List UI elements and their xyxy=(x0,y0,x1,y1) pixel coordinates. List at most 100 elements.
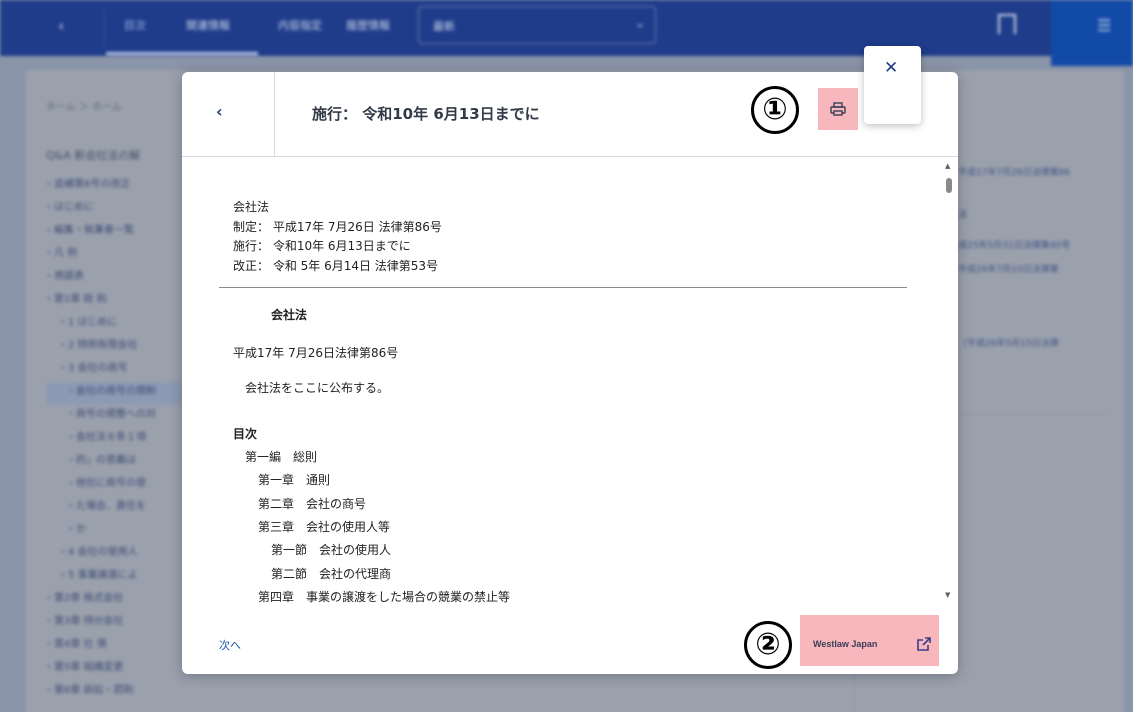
tree-bullet-icon: • xyxy=(46,662,52,673)
tree-item-label: 他社に商号の使 xyxy=(76,478,146,489)
tree-item-label: 商号の規整への対 xyxy=(76,409,156,420)
tree-bullet-icon: • xyxy=(68,478,74,489)
law-viewer-modal: ‹ 施行： 令和10年 6月13日までに ① 会社法 制定： 平成17年 7月2… xyxy=(182,72,958,674)
tree-item[interactable]: • か xyxy=(46,520,196,543)
toc-entry[interactable]: 第一編 総則 xyxy=(245,448,317,465)
toc-entry[interactable]: 第三章 会社の使用人等 xyxy=(258,518,390,535)
tree-bullet-icon: • xyxy=(68,524,74,535)
tree-item[interactable]: • 1 はじめに xyxy=(46,313,196,336)
westlaw-japan-label: Westlaw Japan xyxy=(813,639,878,649)
print-button[interactable] xyxy=(818,88,858,130)
toc-entry[interactable]: 第二章 会社の商号 xyxy=(258,495,366,512)
close-button[interactable]: ✕ xyxy=(864,46,921,124)
scroll-down-arrow[interactable]: ▼ xyxy=(945,591,950,599)
side-panel-toggle-area[interactable] xyxy=(1051,0,1133,66)
tree-item[interactable]: • 会社法８条１項 xyxy=(46,428,196,451)
tree-item-label: はじめに xyxy=(54,202,94,213)
tree-item-label: 第6章 訴訟・罰則 xyxy=(54,685,134,696)
related-link[interactable]: 平成26年7月10日法律第 xyxy=(958,262,1059,275)
related-link[interactable]: 法 xyxy=(958,207,967,220)
modal-header: ‹ 施行： 令和10年 6月13日までに ① xyxy=(182,72,958,157)
tree-item[interactable]: • 会社の商号の規制 xyxy=(46,382,196,405)
version-select[interactable]: 最新 ⌄ xyxy=(418,6,656,44)
annotation-marker-2: ② xyxy=(744,621,792,669)
breadcrumb[interactable]: ホーム ＞ ホーム xyxy=(46,98,122,113)
tree-item[interactable]: • 編集・執筆者一覧 xyxy=(46,221,196,244)
back-chevron-icon[interactable]: ‹ xyxy=(216,102,236,126)
meta-enacted: 制定： 平成17年 7月26日 法律第86号 xyxy=(233,220,442,234)
tab-history[interactable]: 履歴情報 xyxy=(346,17,390,33)
tree-item[interactable]: • 第3章 持分会社 xyxy=(46,612,196,635)
version-select-value: 最新 xyxy=(433,20,455,33)
modal-title: 施行： 令和10年 6月13日までに xyxy=(312,105,540,123)
tree-bullet-icon: • xyxy=(46,294,52,305)
scroll-up-arrow[interactable]: ▲ xyxy=(945,162,950,170)
related-link[interactable]: 成25年5月31日法律第40号 xyxy=(958,238,1070,251)
tree-item[interactable]: • 2 特例有限会社 xyxy=(46,336,196,359)
toc-heading: 目次 xyxy=(233,427,258,441)
related-link[interactable]: （平成26年5月15日法律 xyxy=(958,336,1059,349)
tree-item[interactable]: • 第1章 総 則 xyxy=(46,290,196,313)
tree-bullet-icon: • xyxy=(68,409,74,420)
print-icon xyxy=(830,102,846,116)
promulgation-text: 会社法をここに公布する。 xyxy=(245,381,390,395)
tree-item-label: 会社の商号の規制 xyxy=(76,386,156,397)
bookmark-icon[interactable] xyxy=(998,14,1016,34)
tree-item-label: 第3章 持分会社 xyxy=(54,616,124,627)
tab-content-spec[interactable]: 内容指定 xyxy=(278,17,322,33)
tree-item[interactable]: • 他社に商号の使 xyxy=(46,474,196,497)
toc-entry[interactable]: 第一節 会社の使用人 xyxy=(271,541,391,558)
tree-item[interactable]: • 5 事業譲渡によ xyxy=(46,566,196,589)
promulgation-date: 平成17年 7月26日法律第86号 xyxy=(233,346,399,360)
tree-item-label: 2 特例有限会社 xyxy=(68,340,138,351)
tree-bullet-icon: • xyxy=(60,317,66,328)
tree-item[interactable]: • 商号の規整への対 xyxy=(46,405,196,428)
menu-icon[interactable]: ☰ xyxy=(1097,16,1111,35)
scrollbar-thumb[interactable] xyxy=(946,178,952,193)
meta-effective: 施行： 令和10年 6月13日までに xyxy=(233,239,411,253)
tree-item-label: 1 はじめに xyxy=(68,317,118,328)
related-link[interactable]: 平成17年7月26日法律第86 xyxy=(958,165,1070,178)
tree-item[interactable]: • 用語表 xyxy=(46,267,196,290)
toc-entry[interactable]: 第一章 通則 xyxy=(258,471,330,488)
tree-bullet-icon: • xyxy=(68,455,74,466)
top-navigation-bar: ‹ 目次 関連情報 内容指定 履歴情報 最新 ⌄ ☰ xyxy=(0,0,1133,66)
tree-item[interactable]: • はじめに xyxy=(46,198,196,221)
tree-item[interactable]: • 的」の意義は xyxy=(46,451,196,474)
tree-bullet-icon: • xyxy=(60,363,66,374)
tree-item[interactable]: • 第4章 社 債 xyxy=(46,635,196,658)
tree-bullet-icon: • xyxy=(60,547,66,558)
toc-entry[interactable]: 第四章 事業の譲渡をした場合の競業の禁止等 xyxy=(258,588,510,605)
toc-entry[interactable]: 第二節 会社の代理商 xyxy=(271,565,391,582)
tree-bullet-icon: • xyxy=(46,685,52,696)
tree-item[interactable]: • 3 会社の商号 xyxy=(46,359,196,382)
header-separator xyxy=(274,72,275,157)
next-link[interactable]: 次へ xyxy=(219,637,241,653)
tree-item[interactable]: • 凡 例 xyxy=(46,244,196,267)
annotation-marker-1: ① xyxy=(751,86,799,134)
tree-item-label: 凡 例 xyxy=(54,248,78,259)
close-icon: ✕ xyxy=(884,58,899,78)
tree-item[interactable]: • た場合、責任を xyxy=(46,497,196,520)
tree-item[interactable]: • 追補第6号の改正 xyxy=(46,175,196,198)
tree-bullet-icon: • xyxy=(46,593,52,604)
tab-contents[interactable]: 目次 xyxy=(124,17,146,33)
law-title: 会社法 xyxy=(271,308,308,322)
tree-bullet-icon: • xyxy=(46,248,52,259)
tree-item-label: か xyxy=(76,524,86,535)
tree-item-label: 追補第6号の改正 xyxy=(54,179,131,190)
tree-bullet-icon: • xyxy=(46,616,52,627)
content-divider xyxy=(219,287,907,288)
tree-bullet-icon: • xyxy=(68,432,74,443)
back-icon[interactable]: ‹ xyxy=(58,16,64,35)
tree-item[interactable]: • 第5章 組織変更 xyxy=(46,658,196,681)
book-title: Q&A 新会社法の解 xyxy=(46,149,141,162)
tree-item[interactable]: • 4 会社の使用人 xyxy=(46,543,196,566)
westlaw-japan-button[interactable]: Westlaw Japan xyxy=(800,615,939,666)
tree-item[interactable]: • 第2章 株式会社 xyxy=(46,589,196,612)
tab-related-info[interactable]: 関連情報 xyxy=(186,17,230,33)
active-tab-underline xyxy=(106,52,258,55)
tree-item[interactable]: • 第6章 訴訟・罰則 xyxy=(46,681,196,704)
tree-item-label: 3 会社の商号 xyxy=(68,363,128,374)
tree-bullet-icon: • xyxy=(68,386,74,397)
